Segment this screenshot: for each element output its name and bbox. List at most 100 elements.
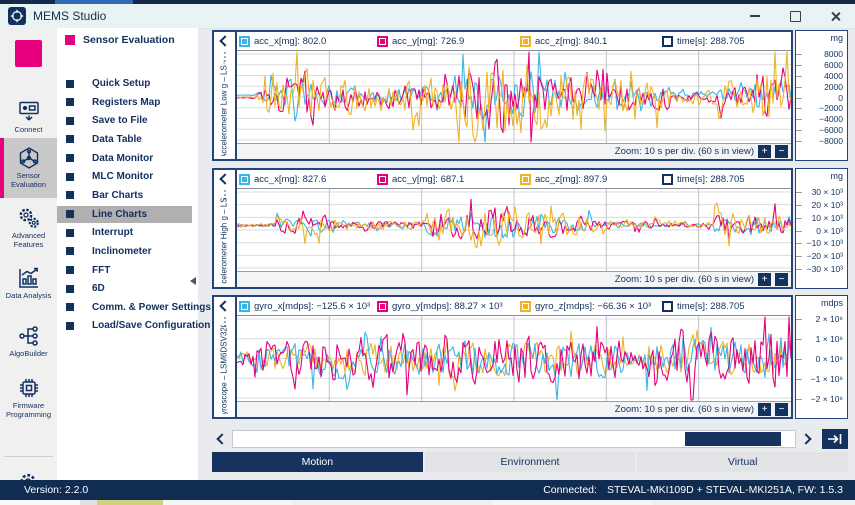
- tick-mark: [796, 76, 802, 77]
- menu-item-label: Data Table: [92, 134, 142, 145]
- menu-item-label: Registers Map: [92, 97, 160, 108]
- tick-mark: [796, 54, 802, 55]
- window-title: MEMS Studio: [33, 9, 106, 23]
- tick-mark: [796, 141, 802, 142]
- sensor-axes-icon: [17, 146, 41, 170]
- zoom-in-button[interactable]: +: [758, 145, 771, 158]
- square-bullet-icon: [66, 191, 74, 199]
- zoom-in-button[interactable]: +: [758, 403, 771, 416]
- y-axis-tick: 2000: [824, 82, 843, 92]
- scrollbar-track[interactable]: [232, 430, 796, 448]
- y-axis-tick: −2000: [819, 103, 843, 113]
- zoom-in-button[interactable]: +: [758, 273, 771, 286]
- menu-item-interrupt[interactable]: Interrupt: [57, 224, 192, 241]
- menu-item-save-to-file[interactable]: Save to File: [57, 112, 192, 129]
- tab-environment[interactable]: Environment: [425, 452, 636, 472]
- taskbar-edge: [0, 500, 855, 505]
- arrow-to-end-icon: [827, 433, 843, 445]
- chart-panel-gyroscope: Gyroscope – LSM6DSV320X gyro_x[mdps]: −1…: [212, 295, 848, 419]
- scrollbar-thumb[interactable]: [685, 432, 781, 446]
- menu-item-6d[interactable]: 6D: [57, 280, 192, 297]
- y-axis: mg 30 × 10³20 × 10³10 × 10³0 × 10³−10 × …: [795, 168, 848, 289]
- legend-toggle-acc-y-mg[interactable]: acc_y[mg]: 726.9: [377, 34, 464, 48]
- tick-mark: [796, 399, 802, 400]
- legend-checkbox-icon: [239, 174, 250, 185]
- sidebar-item-data-analysis[interactable]: Data Analysis: [0, 262, 57, 304]
- legend-toggle-time-s[interactable]: time[s]: 288.705: [662, 172, 745, 186]
- branch-nodes-icon: [17, 324, 41, 348]
- zoom-out-button[interactable]: −: [775, 273, 788, 286]
- y-axis-tick: 0: [838, 93, 843, 103]
- menu-item-label: Bar Charts: [92, 190, 143, 201]
- zoom-label: Zoom: 10 s per div. (60 s in view): [615, 404, 754, 415]
- jump-to-end-button[interactable]: [822, 429, 848, 449]
- menu-item-fft[interactable]: FFT: [57, 262, 192, 279]
- menu-item-data-table[interactable]: Data Table: [57, 131, 192, 148]
- close-button[interactable]: [815, 4, 855, 28]
- sidebar-item-advanced-features[interactable]: Advanced Features: [0, 202, 57, 254]
- y-axis-unit: mdps: [821, 298, 843, 308]
- y-axis-tick: 0 × 10⁶: [816, 354, 843, 364]
- tab-motion[interactable]: Motion: [212, 452, 423, 472]
- y-axis-tick: 2 × 10⁶: [816, 314, 843, 324]
- sidebar-item-algobuilder[interactable]: AlgoBuilder: [0, 322, 57, 360]
- legend-checkbox-icon: [662, 174, 673, 185]
- legend-text: time[s]: 288.705: [677, 301, 745, 312]
- sidebar-item-sensor-evaluation[interactable]: Sensor Evaluation: [0, 138, 57, 198]
- legend-checkbox-icon: [377, 301, 388, 312]
- zoom-bar: Zoom: 10 s per div. (60 s in view) + −: [237, 143, 791, 159]
- collapse-chart-button[interactable]: [214, 302, 235, 310]
- maximize-icon: [790, 11, 801, 22]
- legend-toggle-acc-y-mg[interactable]: acc_y[mg]: 687.1: [377, 172, 464, 186]
- menu-item-comm-power-settings[interactable]: Comm. & Power Settings: [57, 299, 192, 316]
- sidebar-item-label: Advanced Features: [2, 232, 56, 249]
- tick-mark: [796, 256, 802, 257]
- minimize-button[interactable]: [735, 4, 775, 28]
- y-axis-tick: 10 × 10³: [812, 213, 843, 223]
- legend-checkbox-icon: [520, 301, 531, 312]
- brand-logo: [15, 40, 42, 67]
- legend-text: acc_x[mg]: 802.0: [254, 36, 326, 47]
- menu-header: Sensor Evaluation: [57, 32, 175, 48]
- tab-virtual[interactable]: Virtual: [637, 452, 848, 472]
- legend-toggle-time-s[interactable]: time[s]: 288.705: [662, 34, 745, 48]
- legend-toggle-acc-z-mg[interactable]: acc_z[mg]: 897.9: [520, 172, 607, 186]
- sidebar-item-firmware-programming[interactable]: Firmware Programming: [0, 372, 57, 424]
- tick-mark: [796, 108, 802, 109]
- legend-text: gyro_x[mdps]: −125.6 × 10³: [254, 301, 370, 312]
- legend-toggle-gyro-y-mdps[interactable]: gyro_y[mdps]: 88.27 × 10³: [377, 299, 503, 313]
- menu-item-registers-map[interactable]: Registers Map: [57, 94, 192, 111]
- zoom-out-button[interactable]: −: [775, 403, 788, 416]
- collapse-chart-button[interactable]: [214, 37, 235, 45]
- legend-toggle-acc-x-mg[interactable]: acc_x[mg]: 827.6: [239, 172, 326, 186]
- sidebar-item-connect[interactable]: Connect: [0, 98, 57, 136]
- close-icon: [830, 11, 841, 22]
- maximize-button[interactable]: [775, 4, 815, 28]
- menu-collapse-arrow-icon[interactable]: [190, 277, 196, 285]
- legend-toggle-acc-x-mg[interactable]: acc_x[mg]: 802.0: [239, 34, 326, 48]
- menu-item-inclinometer[interactable]: Inclinometer↗: [57, 243, 192, 260]
- legend-text: gyro_z[mdps]: −66.36 × 10³: [535, 301, 651, 312]
- square-bullet-icon: [66, 266, 74, 274]
- y-axis: mg 80006000400020000−2000−4000−6000−8000: [795, 30, 848, 161]
- legend-checkbox-icon: [239, 36, 250, 47]
- scroll-right-button[interactable]: [796, 429, 816, 449]
- legend-toggle-gyro-z-mdps[interactable]: gyro_z[mdps]: −66.36 × 10³: [520, 299, 651, 313]
- legend-toggle-acc-z-mg[interactable]: acc_z[mg]: 840.1: [520, 34, 607, 48]
- legend-toggle-time-s[interactable]: time[s]: 288.705: [662, 299, 745, 313]
- titlebar: MEMS Studio: [0, 4, 855, 29]
- menu-item-label: Interrupt: [92, 227, 133, 238]
- legend-toggle-gyro-x-mdps[interactable]: gyro_x[mdps]: −125.6 × 10³: [239, 299, 370, 313]
- menu-item-mlc-monitor[interactable]: MLC Monitor↗: [57, 168, 192, 185]
- menu-item-label: Inclinometer: [92, 246, 151, 257]
- collapse-chart-button[interactable]: [214, 175, 235, 183]
- menu-item-quick-setup[interactable]: Quick Setup: [57, 75, 192, 92]
- menu-item-line-charts[interactable]: Line Charts↗: [57, 206, 192, 223]
- zoom-out-button[interactable]: −: [775, 145, 788, 158]
- tick-mark: [796, 130, 802, 131]
- menu-item-data-monitor[interactable]: Data Monitor: [57, 150, 192, 167]
- menu-item-load-save-configuration[interactable]: Load/Save Configuration: [57, 317, 192, 334]
- menu-item-bar-charts[interactable]: Bar Charts↗: [57, 187, 192, 204]
- scroll-left-button[interactable]: [212, 429, 232, 449]
- y-axis-tick: −10 × 10³: [807, 238, 843, 248]
